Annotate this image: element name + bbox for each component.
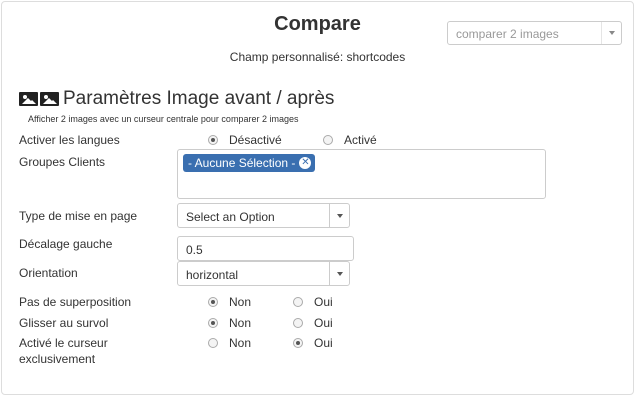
select-arrow[interactable] [329,204,349,227]
option-label: Non [229,316,252,330]
decalage-gauche-input[interactable]: 0.5 [177,236,354,261]
radio-unchecked[interactable] [293,318,303,328]
radio-checked[interactable] [208,318,218,328]
radio-checked[interactable] [208,135,218,145]
radio-unchecked[interactable] [323,135,333,145]
image-icon [19,92,38,106]
image-icon [40,92,59,106]
pas-de-superposition-option-non[interactable]: Non [208,295,251,309]
shortcode-select[interactable]: comparer 2 images [447,21,622,45]
langues-option-active[interactable]: Activé [323,133,377,147]
option-label: Oui [314,316,333,330]
page-subtitle: Champ personnalisé: shortcodes [229,50,406,64]
option-label: Oui [314,336,333,350]
option-label: Non [229,336,252,350]
orientation-label: Orientation [19,266,78,280]
curseur-exclusif-option-oui[interactable]: Oui [293,336,333,350]
langues-option-desactive[interactable]: Désactivé [208,133,282,147]
section-icons [19,92,59,106]
selected-tag: - Aucune Sélection - ✕ [183,154,316,172]
option-label: Oui [314,295,333,309]
shortcode-select-placeholder: comparer 2 images [456,27,559,41]
type-mise-en-page-select[interactable]: Select an Option [177,203,350,228]
pas-de-superposition-label: Pas de superposition [19,295,132,309]
select-value: horizontal [186,268,239,282]
groupes-clients-label: Groupes Clients [19,155,106,169]
section-description: Afficher 2 images avec un curseur centra… [28,114,299,124]
curseur-exclusif-label-line1: Activé le curseur [19,336,108,350]
groupes-clients-multiselect[interactable]: - Aucune Sélection - ✕ [177,149,546,199]
curseur-exclusif-label-line2: exclusivement [19,352,96,366]
radio-unchecked[interactable] [293,297,303,307]
orientation-select[interactable]: horizontal [177,261,350,286]
curseur-exclusif-option-non[interactable]: Non [208,336,251,350]
langues-label: Activer les langues [19,133,120,147]
glisser-au-survol-label: Glisser au survol [19,316,109,330]
glisser-au-survol-option-non[interactable]: Non [208,316,251,330]
option-label: Désactivé [229,133,282,147]
chevron-down-icon [336,271,343,276]
tag-label: - Aucune Sélection - [188,156,296,170]
input-value: 0.5 [186,243,203,257]
radio-checked[interactable] [208,297,218,307]
radio-checked[interactable] [293,338,303,348]
pas-de-superposition-option-oui[interactable]: Oui [293,295,333,309]
remove-tag-icon[interactable]: ✕ [299,157,312,169]
select-value: Select an Option [186,210,275,224]
radio-unchecked[interactable] [208,338,218,348]
shortcode-select-arrow[interactable] [601,22,621,44]
select-arrow[interactable] [329,262,349,285]
type-mise-en-page-label: Type de mise en page [19,209,138,223]
decalage-gauche-label: Décalage gauche [19,237,113,251]
glisser-au-survol-option-oui[interactable]: Oui [293,316,333,330]
chevron-down-icon [608,31,615,35]
option-label: Activé [344,133,377,147]
chevron-down-icon [336,213,343,218]
section-title: Paramètres Image avant / après [63,88,335,109]
option-label: Non [229,295,252,309]
